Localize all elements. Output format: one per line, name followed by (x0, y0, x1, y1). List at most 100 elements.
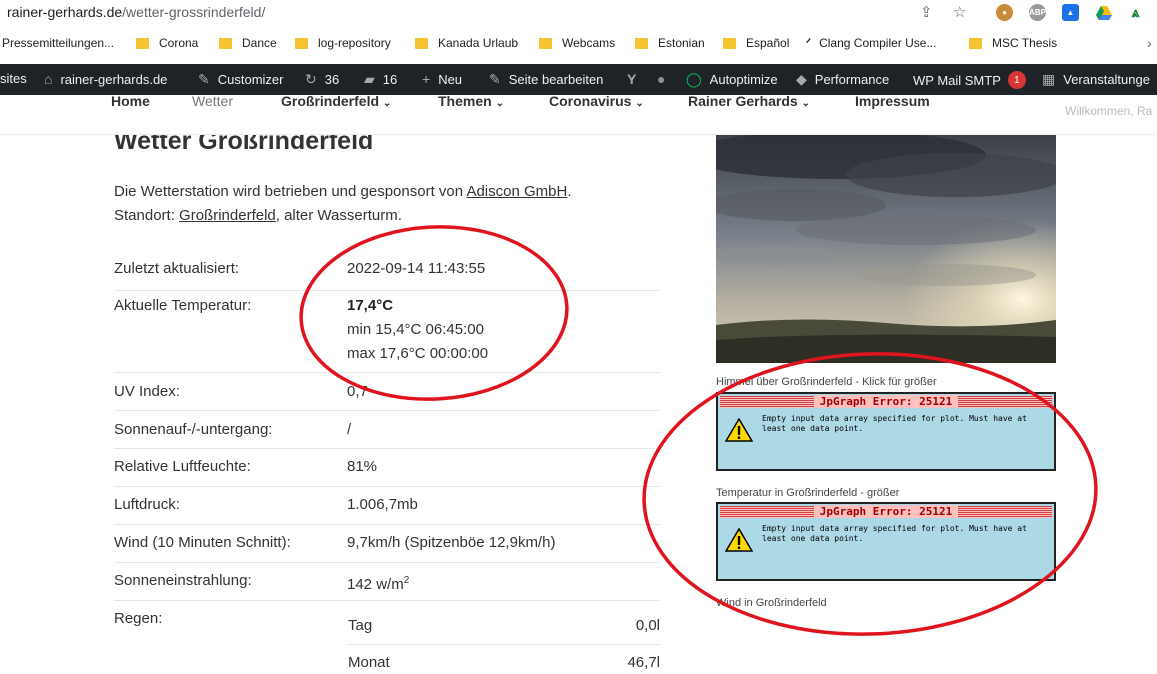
bookmark-kanada-urlaub[interactable]: Kanada Urlaub (415, 36, 518, 50)
bookmark-label: Estonian (658, 36, 705, 50)
yoast-icon[interactable]: Y (627, 71, 644, 87)
bookmark-label: Webcams (562, 36, 616, 50)
nav-home[interactable]: Home (111, 93, 150, 109)
url-domain: rainer-gerhards.de (7, 4, 123, 20)
more-bookmarks-icon[interactable]: › (1147, 35, 1152, 51)
adminbar-new[interactable]: + Neu (422, 71, 462, 87)
row-rain-day: Tag 0,0l (347, 607, 660, 645)
comment-icon: ▰ (364, 71, 375, 87)
bookmark-clang-compiler[interactable]: ᐟ Clang Compiler Use... (806, 36, 936, 50)
home-icon: ⌂ (44, 71, 53, 87)
adminbar-label: WP Mail SMTP (913, 72, 1001, 88)
folder-icon (723, 37, 736, 49)
wind-caption: Wind in Großrinderfeld (716, 597, 827, 609)
calendar-icon: ▦ (1042, 71, 1056, 87)
adminbar-my-sites[interactable]: sites (0, 71, 27, 86)
adminbar-updates[interactable]: ↻ 36 (305, 71, 339, 88)
share-icon[interactable]: ⇪ (920, 3, 933, 21)
folder-icon (295, 37, 308, 49)
jpgraph-title: JpGraph Error: 25121 (720, 395, 1052, 408)
webcam-image[interactable] (716, 135, 1056, 363)
bookmark-dance[interactable]: Dance (219, 36, 277, 50)
bookmark-star-icon[interactable]: ☆ (953, 3, 966, 21)
cookie-extension-icon[interactable]: ● (996, 4, 1013, 21)
nav-label: Rainer Gerhards (688, 93, 798, 109)
temp-min: min 15,4°C 06:45:00 (347, 321, 484, 338)
nav-impressum[interactable]: Impressum (855, 93, 930, 109)
row-solar-radiation: Sonneneinstrahlung: 142 w/m2 (114, 563, 660, 601)
bookmark-msc-thesis[interactable]: MSC Thesis (969, 36, 1057, 50)
bookmark-pressemitteilungen[interactable]: Pressemitteilungen... (2, 36, 114, 50)
radiation-number: 142 w/m (347, 576, 404, 593)
value-rain-day: 0,0l (635, 617, 660, 634)
bookmark-label: Pressemitteilungen... (2, 36, 115, 50)
address-bar[interactable]: rainer-gerhards.de/wetter-grossrinderfel… (0, 0, 1157, 26)
status-dot-icon[interactable]: ● (657, 71, 673, 87)
nav-themen[interactable]: Themen ⌄ (438, 93, 504, 109)
folder-icon (635, 37, 648, 49)
folder-icon (539, 37, 552, 49)
intro-location-detail: , alter Wasserturm. (275, 207, 402, 224)
jpgraph-title-text: JpGraph Error: 25121 (813, 505, 959, 518)
jpgraph-header: JpGraph Error: 25121 (720, 505, 1052, 518)
label-rain-month: Monat (348, 654, 390, 671)
row-pressure: Luftdruck: 1.006,7mb (114, 487, 660, 525)
nav-label: Coronavirus (549, 93, 632, 109)
label-rain-day: Tag (348, 617, 373, 634)
graduation-cap-extension-icon[interactable]: ▲ (1062, 4, 1079, 21)
folder-icon (415, 37, 428, 49)
grossrinderfeld-link[interactable]: Großrinderfeld (179, 207, 276, 224)
bookmark-espanol[interactable]: Español (723, 36, 789, 50)
adminbar-performance[interactable]: ◆ Performance (796, 71, 889, 88)
nav-grossrinderfeld[interactable]: Großrinderfeld ⌄ (281, 93, 391, 109)
chevron-down-icon: ⌄ (801, 98, 810, 109)
analytics-extension-icon[interactable]: ⩓ (1127, 4, 1144, 21)
welcome-text: Willkommen, Ra (1065, 104, 1153, 118)
nav-label: Themen (438, 93, 492, 109)
temperature-caption[interactable]: Temperatur in Großrinderfeld - größer (716, 487, 899, 499)
bookmark-label: Español (746, 36, 790, 50)
bookmark-label: Dance (242, 36, 277, 50)
row-last-updated: Zuletzt aktualisiert: 2022-09-14 11:43:5… (114, 254, 660, 291)
adminbar-site-name[interactable]: ⌂ rainer-gerhards.de (44, 71, 167, 87)
adminbar-customizer[interactable]: ✎ Customizer (198, 71, 283, 88)
adblock-extension-icon[interactable]: ABP (1029, 4, 1046, 21)
adminbar-label: Seite bearbeiten (508, 72, 604, 87)
value-wind: 9,7km/h (Spitzenböe 12,9km/h) (347, 534, 556, 551)
adminbar-edit-page[interactable]: ✎ Seite bearbeiten (489, 71, 603, 88)
bookmark-label: Corona (159, 36, 199, 50)
bookmark-corona[interactable]: Corona (136, 36, 198, 50)
value-temperature: 17,4°C min 15,4°C 06:45:00 max 17,6°C 00… (347, 294, 488, 366)
folder-icon (219, 37, 232, 49)
adminbar-events[interactable]: ▦ Veranstaltunge (1042, 71, 1150, 88)
adminbar-label: Performance (814, 72, 890, 87)
row-rain-month: Monat 46,7l (347, 645, 660, 674)
radiation-unit-exponent: 2 (403, 575, 410, 586)
adminbar-autoptimize[interactable]: ◯ Autoptimize (686, 71, 778, 88)
adminbar-wp-mail-smtp[interactable]: WP Mail SMTP 1 (913, 71, 1026, 89)
adiscon-link[interactable]: Adiscon GmbH (466, 183, 567, 200)
adminbar-label: rainer-gerhards.de (60, 71, 168, 87)
label-uv-index: UV Index: (114, 383, 180, 400)
adminbar-label: Veranstaltunge (1063, 72, 1150, 87)
wind-graph-error: JpGraph Error: 25121 Empty input data ar… (716, 502, 1056, 581)
label-temperature: Aktuelle Temperatur: (114, 297, 252, 314)
notification-badge: 1 (1007, 71, 1026, 89)
refresh-icon: ↻ (305, 71, 317, 87)
adminbar-comments[interactable]: ▰ 16 (364, 71, 397, 88)
bookmark-estonian[interactable]: Estonian (635, 36, 705, 50)
bookmark-log-repository[interactable]: log-repository (295, 36, 391, 50)
value-rain-month: 46,7l (627, 654, 660, 671)
webcam-caption[interactable]: Himmel über Großrinderfeld - Klick für g… (716, 376, 937, 388)
jpgraph-message: Empty input data array specified for plo… (762, 414, 1027, 433)
nav-wetter[interactable]: Wetter (192, 93, 233, 109)
nav-coronavirus[interactable]: Coronavirus ⌄ (549, 93, 644, 109)
url-text[interactable]: rainer-gerhards.de/wetter-grossrinderfel… (7, 4, 265, 20)
bookmark-webcams[interactable]: Webcams (539, 36, 615, 50)
google-drive-icon[interactable] (1095, 4, 1112, 21)
nav-rainer-gerhards[interactable]: Rainer Gerhards ⌄ (688, 93, 810, 109)
intro-sponsor-text: Die Wetterstation wird betrieben und ges… (114, 183, 467, 200)
jpgraph-message: Empty input data array specified for plo… (762, 524, 1027, 543)
chevron-down-icon: ⌄ (635, 98, 644, 109)
adminbar-label: Customizer (217, 72, 284, 87)
